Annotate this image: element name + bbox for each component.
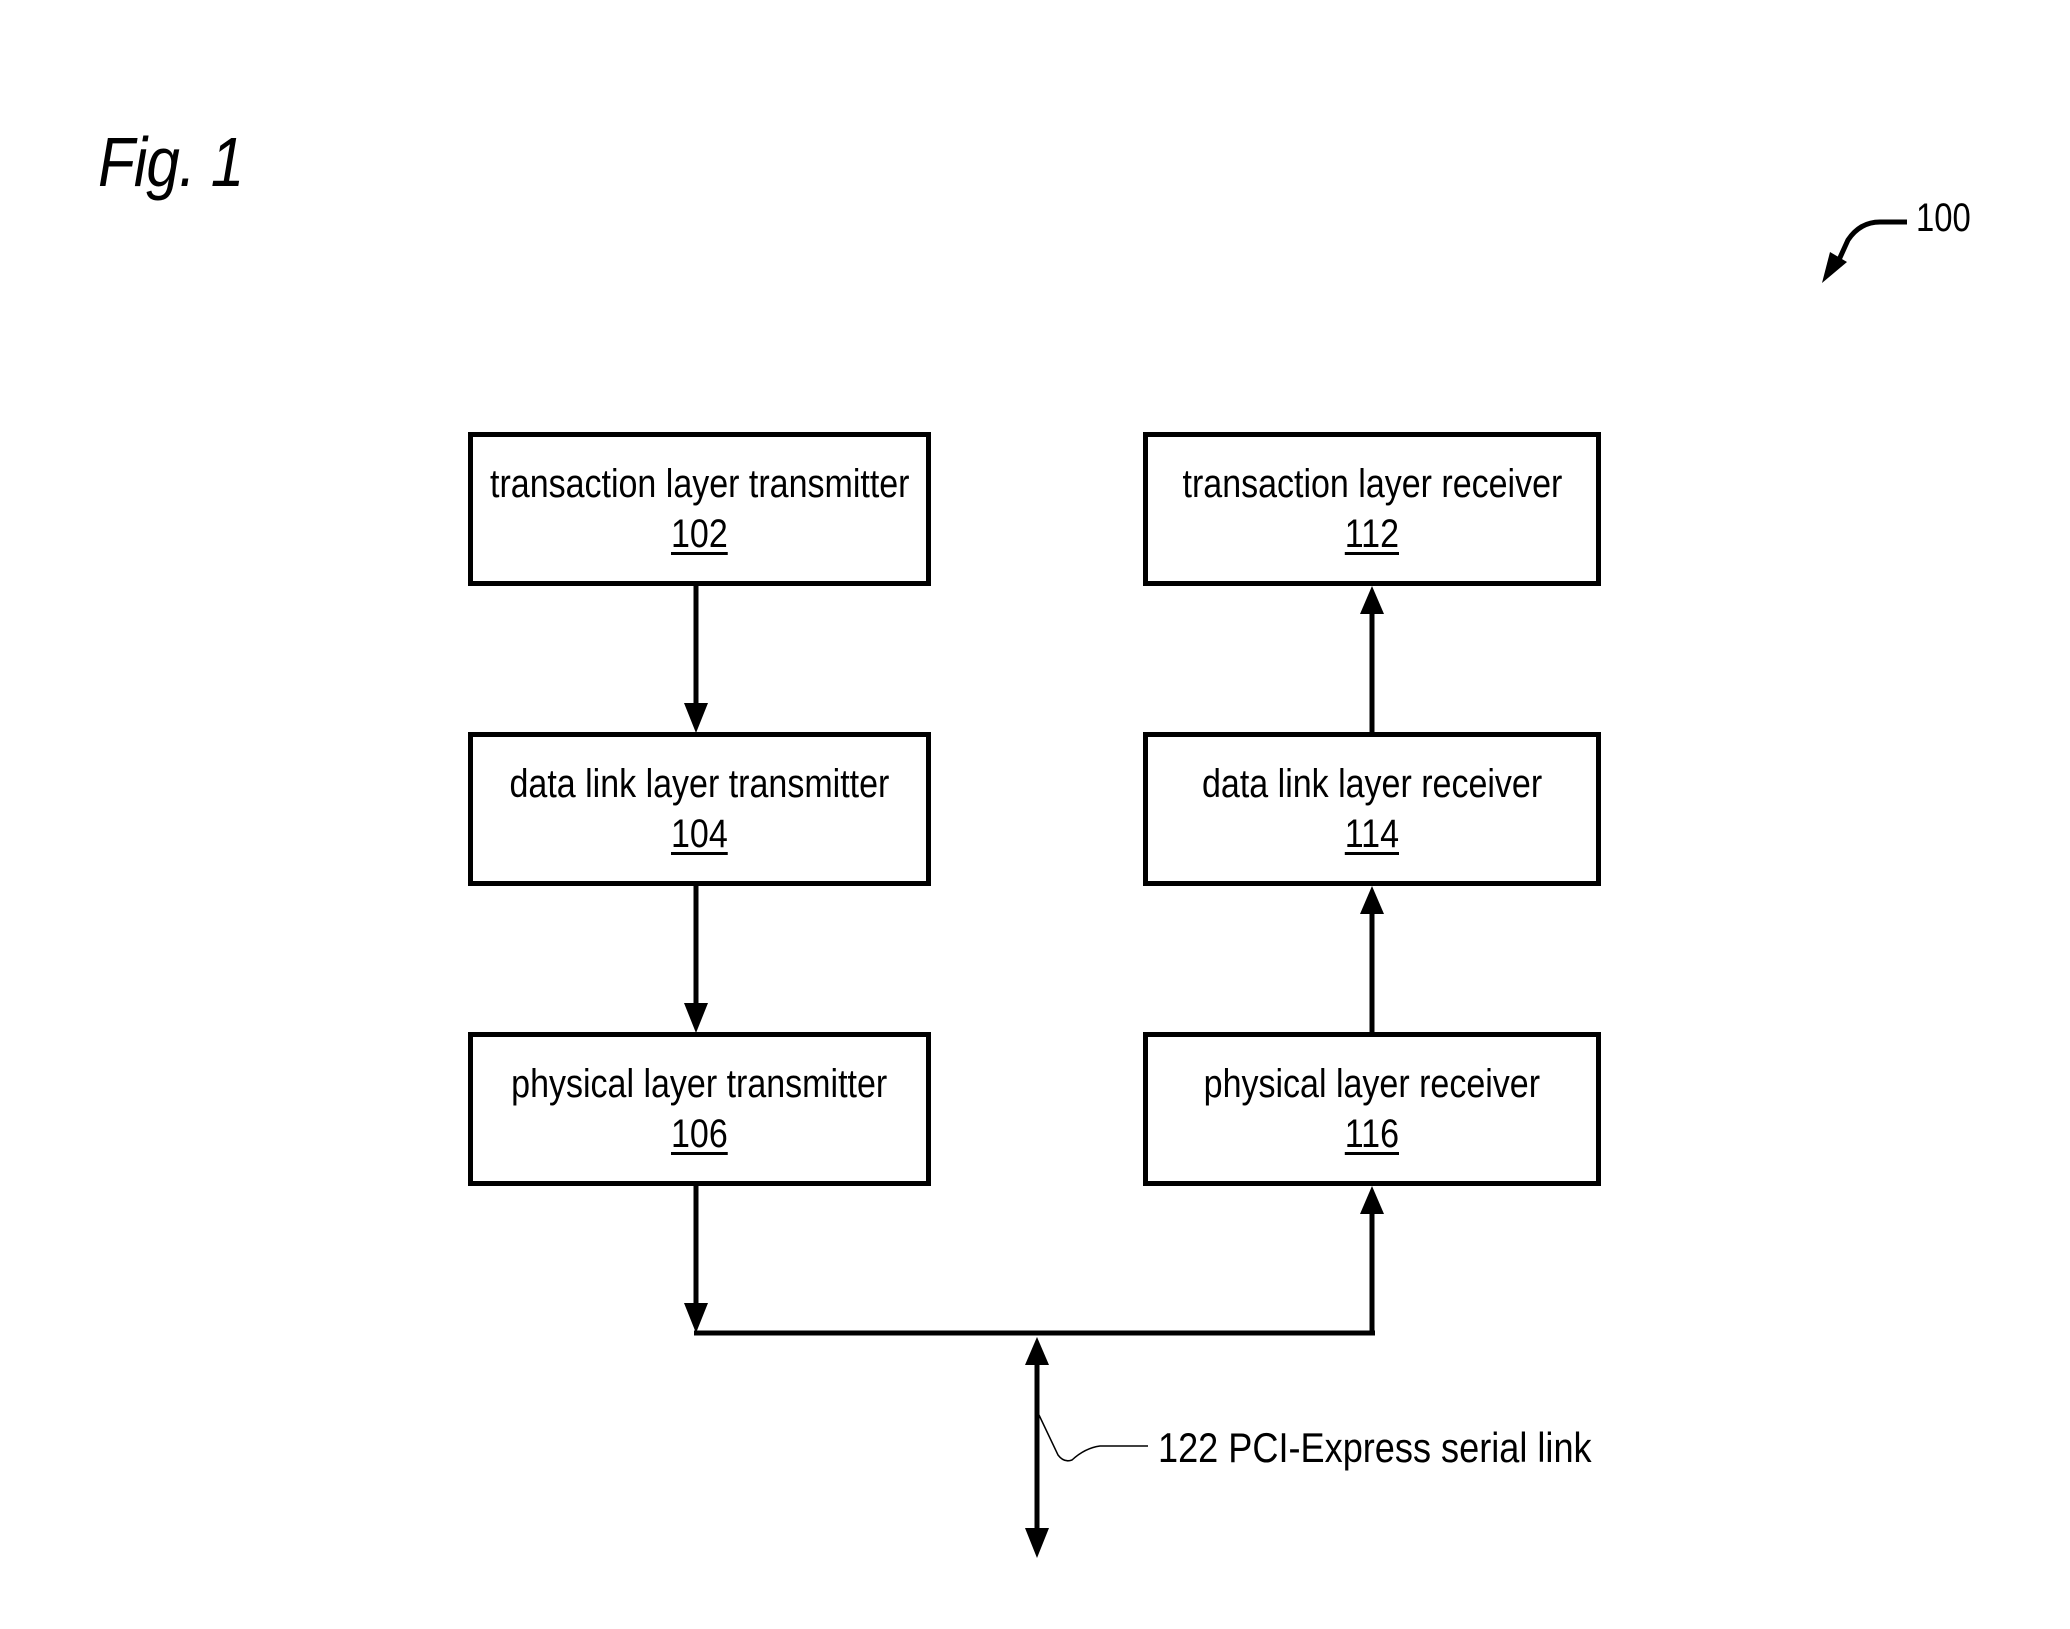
arrow-head-bus-left <box>684 1303 708 1333</box>
block-label: physical layer receiver <box>1203 1062 1541 1106</box>
arrow-head-116 <box>1360 1186 1384 1214</box>
arrow-head-106 <box>684 1003 708 1033</box>
block-label: transaction layer receiver <box>1182 462 1562 506</box>
block-label: transaction layer transmitter <box>489 462 910 506</box>
block-data-link-layer-transmitter: data link layer transmitter 104 <box>468 732 931 886</box>
arrow-head-114 <box>1360 886 1384 914</box>
block-data-link-layer-receiver: data link layer receiver 114 <box>1143 732 1601 886</box>
block-transaction-layer-receiver: transaction layer receiver 112 <box>1143 432 1601 586</box>
serial-link-label: 122 PCI-Express serial link <box>1158 1424 1592 1471</box>
block-transaction-layer-transmitter: transaction layer transmitter 102 <box>468 432 931 586</box>
arrow-head-104 <box>684 703 708 733</box>
block-number: 102 <box>671 512 728 556</box>
block-label: physical layer transmitter <box>511 1062 888 1106</box>
arrow-head-112 <box>1360 586 1384 614</box>
block-label: data link layer receiver <box>1201 762 1543 806</box>
diagram-canvas <box>684 219 1907 1558</box>
reference-arrow-head <box>1822 252 1847 283</box>
reference-arrow-100 <box>1835 219 1907 264</box>
serial-link-leader <box>1038 1414 1148 1462</box>
block-label: data link layer transmitter <box>509 762 890 806</box>
block-number: 106 <box>671 1112 728 1156</box>
block-physical-layer-receiver: physical layer receiver 116 <box>1143 1032 1601 1186</box>
block-number: 116 <box>1344 1112 1400 1156</box>
block-physical-layer-transmitter: physical layer transmitter 106 <box>468 1032 931 1186</box>
figure-title: Fig. 1 <box>98 123 244 201</box>
block-number: 114 <box>1344 812 1400 856</box>
serial-link-arrow-down <box>1025 1528 1049 1558</box>
block-number: 104 <box>671 812 728 856</box>
serial-link-arrow-up <box>1025 1337 1049 1365</box>
figure-reference-number: 100 <box>1916 196 1971 240</box>
block-number: 112 <box>1344 512 1400 556</box>
